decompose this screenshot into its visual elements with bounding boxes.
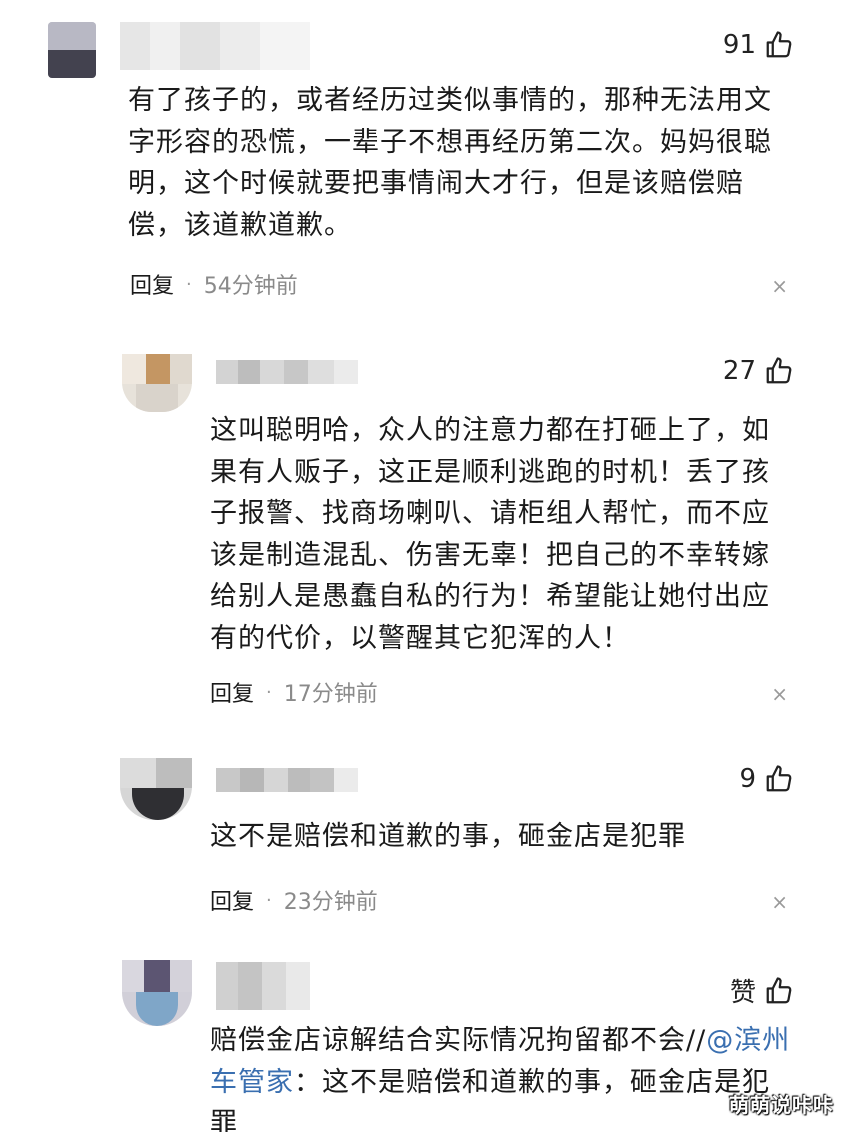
mention-link-continued[interactable]: 车管家 <box>210 1067 294 1098</box>
text-segment: ：这不是赔偿和道歉的事，砸金店是犯 <box>294 1066 770 1098</box>
like-counter[interactable]: 赞 <box>730 972 794 1009</box>
thumbs-up-icon[interactable] <box>764 976 794 1006</box>
username-blurred[interactable] <box>216 962 310 1010</box>
avatar[interactable] <box>122 960 192 1026</box>
text-segment: 赔偿金店谅解结合实际情况拘留都不会// <box>210 1025 707 1056</box>
watermark: 萌萌说咔咔 <box>729 1093 834 1117</box>
text-line: 赔偿金店谅解结合实际情况拘留都不会//@滨州 <box>210 1020 830 1062</box>
comment-4: 赞 赔偿金店谅解结合实际情况拘留都不会//@滨州 车管家：这不是赔偿和道歉的事，… <box>0 0 846 1132</box>
mention-link[interactable]: @滨州 <box>706 1025 790 1056</box>
like-label: 赞 <box>729 978 756 1008</box>
